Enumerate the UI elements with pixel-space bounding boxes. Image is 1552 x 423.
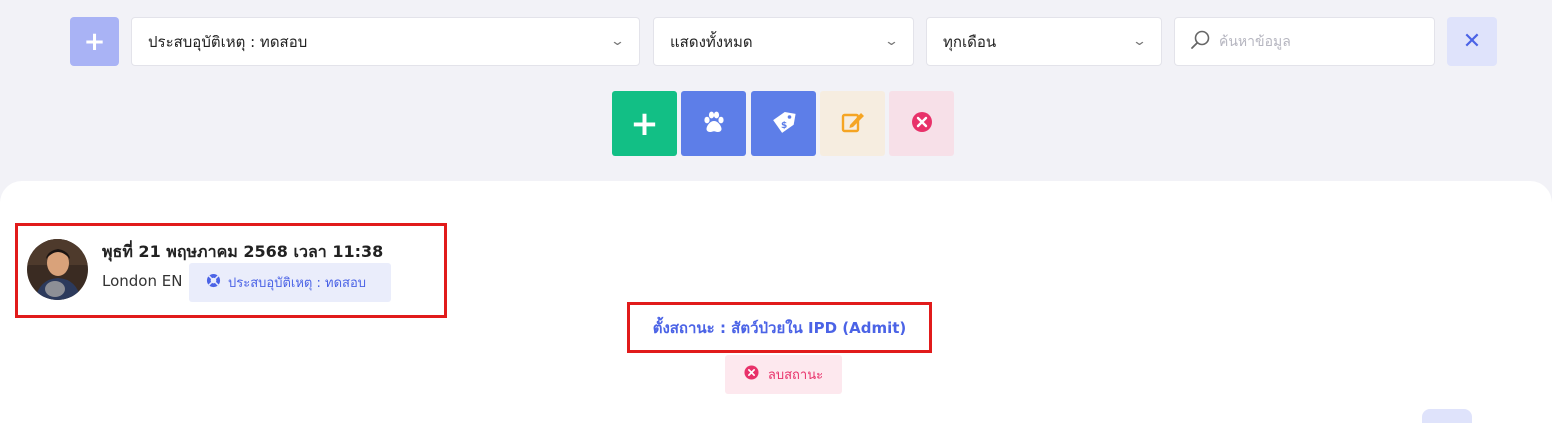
svg-text:$: $ — [781, 121, 787, 131]
paw-icon — [701, 109, 727, 139]
delete-button[interactable] — [889, 91, 954, 156]
close-circle-icon — [911, 111, 933, 137]
chevron-down-icon: ⌄ — [883, 34, 900, 49]
highlight-status-text — [627, 302, 932, 353]
chevron-down-icon: ⌄ — [1131, 34, 1148, 49]
remove-status-label: ลบสถานะ — [767, 368, 824, 383]
search-box[interactable] — [1174, 17, 1435, 66]
category-select[interactable]: ประสบอุบัติเหตุ : ทดสอบ ⌄ — [131, 17, 640, 66]
search-icon — [1189, 29, 1211, 55]
clear-filters-button[interactable]: ✕ — [1447, 17, 1497, 66]
remove-status-button[interactable]: ลบสถานะ — [725, 355, 842, 394]
edit-button[interactable] — [820, 91, 885, 156]
display-select[interactable]: แสดงทั้งหมด ⌄ — [653, 17, 914, 66]
add-button[interactable]: + — [612, 91, 677, 156]
highlight-entry-header — [15, 223, 447, 318]
plus-icon: + — [83, 26, 106, 57]
month-select-value: ทุกเดือน — [943, 32, 997, 51]
scroll-top-button[interactable] — [1422, 409, 1472, 423]
close-circle-icon — [744, 365, 759, 384]
close-icon: ✕ — [1462, 29, 1482, 54]
edit-icon — [840, 109, 866, 139]
month-select[interactable]: ทุกเดือน ⌄ — [926, 17, 1162, 66]
plus-icon: + — [630, 103, 659, 144]
add-filter-button[interactable]: + — [70, 17, 119, 66]
chevron-down-icon: ⌄ — [609, 34, 626, 49]
display-select-value: แสดงทั้งหมด — [670, 32, 753, 51]
category-select-value: ประสบอุบัติเหตุ : ทดสอบ — [148, 32, 308, 51]
pet-button[interactable] — [681, 91, 746, 156]
tag-icon: $ — [770, 109, 798, 139]
price-tag-button[interactable]: $ — [751, 91, 816, 156]
search-input[interactable] — [1219, 33, 1419, 50]
